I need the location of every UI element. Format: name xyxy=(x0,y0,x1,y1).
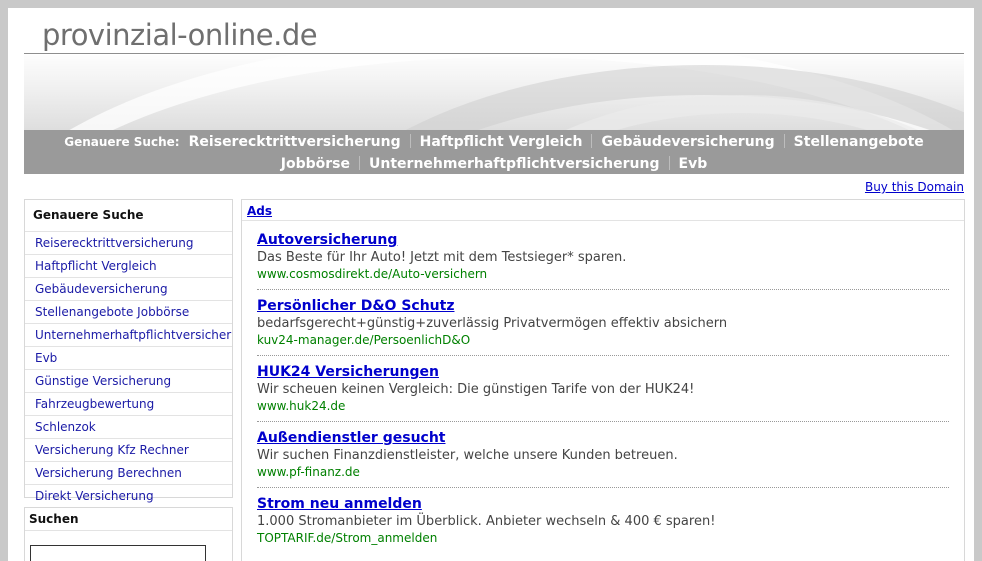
ad-description: Das Beste für Ihr Auto! Jetzt mit dem Te… xyxy=(257,250,627,265)
title-divider xyxy=(24,53,964,54)
site-title: provinzial-online.de xyxy=(42,18,318,52)
sidebar-item-haftpflicht-vergleich[interactable]: Haftpflicht Vergleich xyxy=(25,254,232,277)
ad-item: HUK24 Versicherungen Wir scheuen keinen … xyxy=(257,364,949,422)
sidebar-item-schlenzok[interactable]: Schlenzok xyxy=(25,415,232,438)
ad-url[interactable]: www.huk24.de xyxy=(257,399,949,415)
search-heading: Suchen xyxy=(25,508,232,531)
ad-divider xyxy=(257,355,949,356)
ads-label-link[interactable]: Ads xyxy=(247,204,272,218)
nav-lead-label: Genauere Suche: xyxy=(64,135,180,149)
ad-url[interactable]: www.pf-finanz.de xyxy=(257,465,949,481)
ad-description: Wir suchen Finanzdienstleister, welche u… xyxy=(257,448,678,463)
header-banner xyxy=(24,55,964,130)
ad-title-link[interactable]: HUK24 Versicherungen xyxy=(257,364,949,382)
sidebar-item-stellenangebote-jobboerse[interactable]: Stellenangebote Jobbörse xyxy=(25,300,232,323)
nav-row-1: Genauere Suche: Reiserecktrittversicheru… xyxy=(24,130,964,152)
nav-link-jobboerse[interactable]: Jobbörse xyxy=(281,156,350,172)
ads-panel: Ads Autoversicherung Das Beste für Ihr A… xyxy=(241,199,965,561)
ad-item: Persönlicher D&O Schutz bedarfsgerecht+g… xyxy=(257,298,949,356)
ad-description: 1.000 Stromanbieter im Überblick. Anbiet… xyxy=(257,514,716,529)
sidebar-item-gebaeudeversicherung[interactable]: Gebäudeversicherung xyxy=(25,277,232,300)
search-panel: Suchen xyxy=(24,507,233,561)
navigation-bar: Genauere Suche: Reiserecktrittversicheru… xyxy=(24,130,964,174)
nav-link-gebaeudeversicherung[interactable]: Gebäudeversicherung xyxy=(601,134,774,150)
nav-link-reiseruecktritt[interactable]: Reiserecktrittversicherung xyxy=(189,134,401,150)
buy-domain-link[interactable]: Buy this Domain xyxy=(865,180,964,194)
nav-separator xyxy=(409,134,411,148)
nav-link-haftpflicht-vergleich[interactable]: Haftpflicht Vergleich xyxy=(420,134,583,150)
sidebar-item-fahrzeugbewertung[interactable]: Fahrzeugbewertung xyxy=(25,392,232,415)
sidebar-item-direkt-versicherung[interactable]: Direkt Versicherung xyxy=(25,484,232,507)
sidebar-item-kfz-rechner[interactable]: Versicherung Kfz Rechner xyxy=(25,438,232,461)
ad-divider xyxy=(257,487,949,488)
ad-item: Außendienstler gesucht Wir suchen Finanz… xyxy=(257,430,949,488)
search-input[interactable] xyxy=(30,545,206,561)
ad-url[interactable]: www.cosmosdirekt.de/Auto-versichern xyxy=(257,267,949,283)
ad-url[interactable]: kuv24-manager.de/PersoenlichD&O xyxy=(257,333,949,349)
sidebar-item-unternehmerhaftpflicht[interactable]: Unternehmerhaftpflichtversicherung xyxy=(25,323,232,346)
ad-divider xyxy=(257,289,949,290)
nav-link-evb[interactable]: Evb xyxy=(679,156,708,172)
nav-separator xyxy=(668,156,670,170)
nav-link-unternehmerhaftpflicht[interactable]: Unternehmerhaftpflichtversicherung xyxy=(369,156,659,172)
sidebar-heading: Genauere Suche xyxy=(33,208,144,222)
ad-title-link[interactable]: Strom neu anmelden xyxy=(257,496,949,514)
nav-link-stellenangebote[interactable]: Stellenangebote xyxy=(794,134,924,150)
ad-title-link[interactable]: Außendienstler gesucht xyxy=(257,430,949,448)
sidebar-item-versicherung-berechnen[interactable]: Versicherung Berechnen xyxy=(25,461,232,484)
sidebar-item-evb[interactable]: Evb xyxy=(25,346,232,369)
sidebar: Genauere Suche Reiserecktrittversicherun… xyxy=(24,199,233,503)
nav-separator xyxy=(783,134,785,148)
nav-separator xyxy=(359,156,361,170)
nav-separator xyxy=(591,134,593,148)
page: provinzial-online.de Genauere Suche: Rei… xyxy=(8,8,974,561)
ad-description: bedarfsgerecht+günstig+zuverlässig Priva… xyxy=(257,316,728,331)
ad-item: Autoversicherung Das Beste für Ihr Auto!… xyxy=(257,232,949,290)
ad-title-link[interactable]: Autoversicherung xyxy=(257,232,949,250)
sidebar-item-reiseruecktritt[interactable]: Reiserecktrittversicherung xyxy=(25,231,232,254)
ad-description: Wir scheuen keinen Vergleich: Die günsti… xyxy=(257,382,695,397)
ad-divider xyxy=(257,421,949,422)
ad-item: Strom neu anmelden 1.000 Stromanbieter i… xyxy=(257,496,949,547)
nav-row-2: Jobbörse Unternehmerhaftpflichtversicheru… xyxy=(24,152,964,174)
ads-divider xyxy=(242,220,964,221)
sidebar-item-guenstige-versicherung[interactable]: Günstige Versicherung xyxy=(25,369,232,392)
ad-url[interactable]: TOPTARIF.de/Strom_anmelden xyxy=(257,531,949,547)
ad-title-link[interactable]: Persönlicher D&O Schutz xyxy=(257,298,949,316)
